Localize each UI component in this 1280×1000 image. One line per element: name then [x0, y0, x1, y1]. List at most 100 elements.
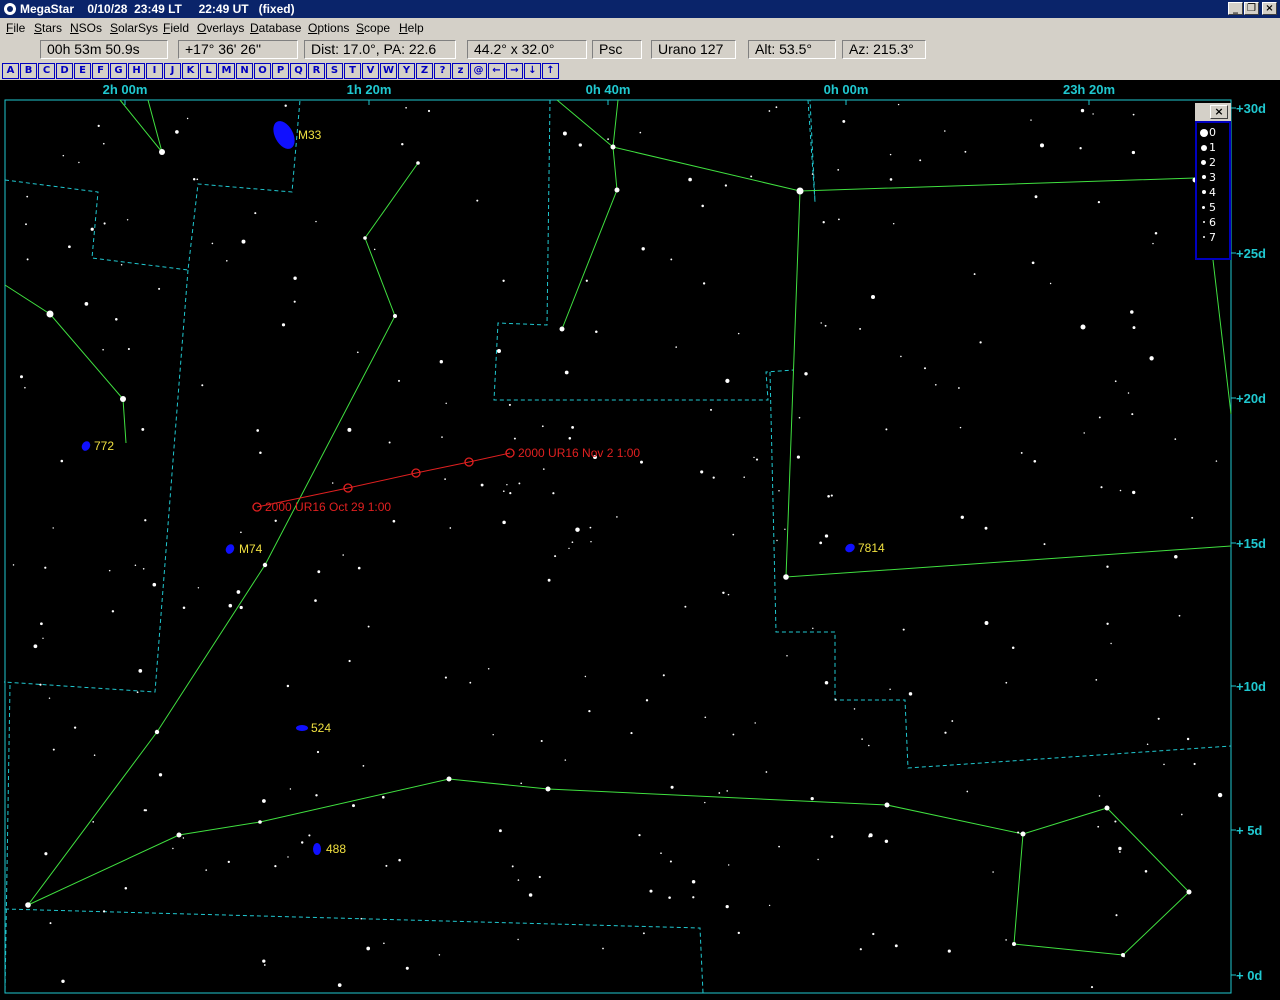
- star[interactable]: [498, 829, 502, 833]
- catalog-button[interactable]: G: [110, 63, 127, 79]
- star[interactable]: [152, 582, 157, 587]
- star[interactable]: [639, 131, 642, 134]
- star[interactable]: [889, 153, 892, 156]
- star[interactable]: [62, 154, 65, 157]
- star[interactable]: [934, 383, 937, 386]
- star[interactable]: [487, 668, 490, 670]
- star[interactable]: [542, 468, 545, 470]
- star[interactable]: [842, 119, 846, 123]
- star[interactable]: [360, 917, 363, 920]
- star[interactable]: [25, 902, 31, 908]
- star[interactable]: [480, 483, 484, 487]
- star[interactable]: [497, 349, 501, 353]
- star[interactable]: [373, 248, 376, 251]
- star[interactable]: [701, 204, 704, 208]
- star[interactable]: [830, 494, 833, 497]
- star[interactable]: [861, 738, 863, 740]
- star[interactable]: [205, 869, 208, 871]
- star[interactable]: [317, 570, 321, 574]
- star[interactable]: [1174, 438, 1177, 440]
- star[interactable]: [274, 864, 277, 868]
- star[interactable]: [859, 327, 862, 330]
- star[interactable]: [182, 837, 185, 839]
- star[interactable]: [274, 519, 277, 522]
- star[interactable]: [559, 326, 565, 332]
- star[interactable]: [1005, 939, 1007, 941]
- star[interactable]: [726, 790, 729, 792]
- star[interactable]: [26, 258, 29, 261]
- star[interactable]: [393, 314, 397, 318]
- star[interactable]: [20, 375, 23, 379]
- menu-scope[interactable]: Scope: [356, 21, 390, 35]
- minimize-button[interactable]: _: [1228, 2, 1243, 15]
- star[interactable]: [90, 227, 94, 231]
- star[interactable]: [192, 177, 196, 181]
- star[interactable]: [144, 519, 147, 522]
- star[interactable]: [641, 247, 645, 251]
- star[interactable]: [1154, 232, 1158, 235]
- star[interactable]: [284, 104, 287, 107]
- star[interactable]: [1149, 356, 1154, 361]
- star[interactable]: [1132, 326, 1136, 330]
- star[interactable]: [589, 526, 592, 529]
- star[interactable]: [39, 683, 42, 686]
- star[interactable]: [768, 904, 771, 907]
- star[interactable]: [124, 886, 128, 890]
- star[interactable]: [256, 429, 260, 432]
- star[interactable]: [853, 708, 856, 710]
- star[interactable]: [819, 541, 823, 545]
- star[interactable]: [737, 332, 740, 335]
- star[interactable]: [552, 492, 555, 495]
- star[interactable]: [775, 106, 778, 109]
- star[interactable]: [859, 948, 862, 951]
- star[interactable]: [754, 722, 756, 724]
- star[interactable]: [508, 403, 511, 406]
- maximize-button[interactable]: ❐: [1244, 2, 1259, 15]
- star[interactable]: [331, 482, 334, 484]
- star[interactable]: [427, 109, 431, 113]
- star[interactable]: [367, 625, 370, 628]
- star[interactable]: [196, 178, 199, 181]
- star[interactable]: [405, 106, 407, 109]
- star[interactable]: [872, 932, 875, 936]
- star[interactable]: [1031, 261, 1035, 265]
- star[interactable]: [33, 644, 38, 649]
- star[interactable]: [811, 173, 814, 175]
- star[interactable]: [93, 754, 96, 756]
- star[interactable]: [704, 801, 706, 804]
- star[interactable]: [446, 776, 452, 782]
- star[interactable]: [236, 590, 241, 594]
- star[interactable]: [175, 130, 179, 134]
- star[interactable]: [258, 820, 262, 824]
- galaxy-m74-label[interactable]: M74: [239, 542, 263, 556]
- star[interactable]: [158, 773, 163, 777]
- star[interactable]: [610, 144, 616, 150]
- star[interactable]: [1152, 242, 1154, 245]
- star[interactable]: [670, 258, 673, 261]
- star[interactable]: [867, 744, 870, 747]
- star[interactable]: [444, 676, 447, 679]
- star[interactable]: [691, 880, 696, 884]
- star[interactable]: [362, 765, 365, 767]
- star[interactable]: [649, 889, 653, 893]
- star[interactable]: [960, 515, 964, 519]
- star[interactable]: [176, 832, 182, 838]
- star[interactable]: [1100, 486, 1103, 489]
- star[interactable]: [817, 858, 819, 861]
- galaxy-488-symbol[interactable]: [313, 843, 321, 855]
- star[interactable]: [186, 117, 189, 120]
- star[interactable]: [201, 384, 204, 387]
- galaxy-488-label[interactable]: 488: [326, 842, 346, 856]
- star[interactable]: [502, 490, 505, 493]
- star[interactable]: [68, 245, 71, 249]
- star[interactable]: [964, 150, 967, 153]
- star[interactable]: [262, 799, 266, 803]
- star[interactable]: [585, 279, 588, 282]
- star[interactable]: [554, 555, 557, 558]
- star[interactable]: [1118, 846, 1122, 851]
- star[interactable]: [509, 492, 512, 495]
- star[interactable]: [24, 386, 26, 389]
- catalog-button[interactable]: C: [38, 63, 55, 79]
- star[interactable]: [1144, 870, 1148, 873]
- star[interactable]: [755, 458, 759, 461]
